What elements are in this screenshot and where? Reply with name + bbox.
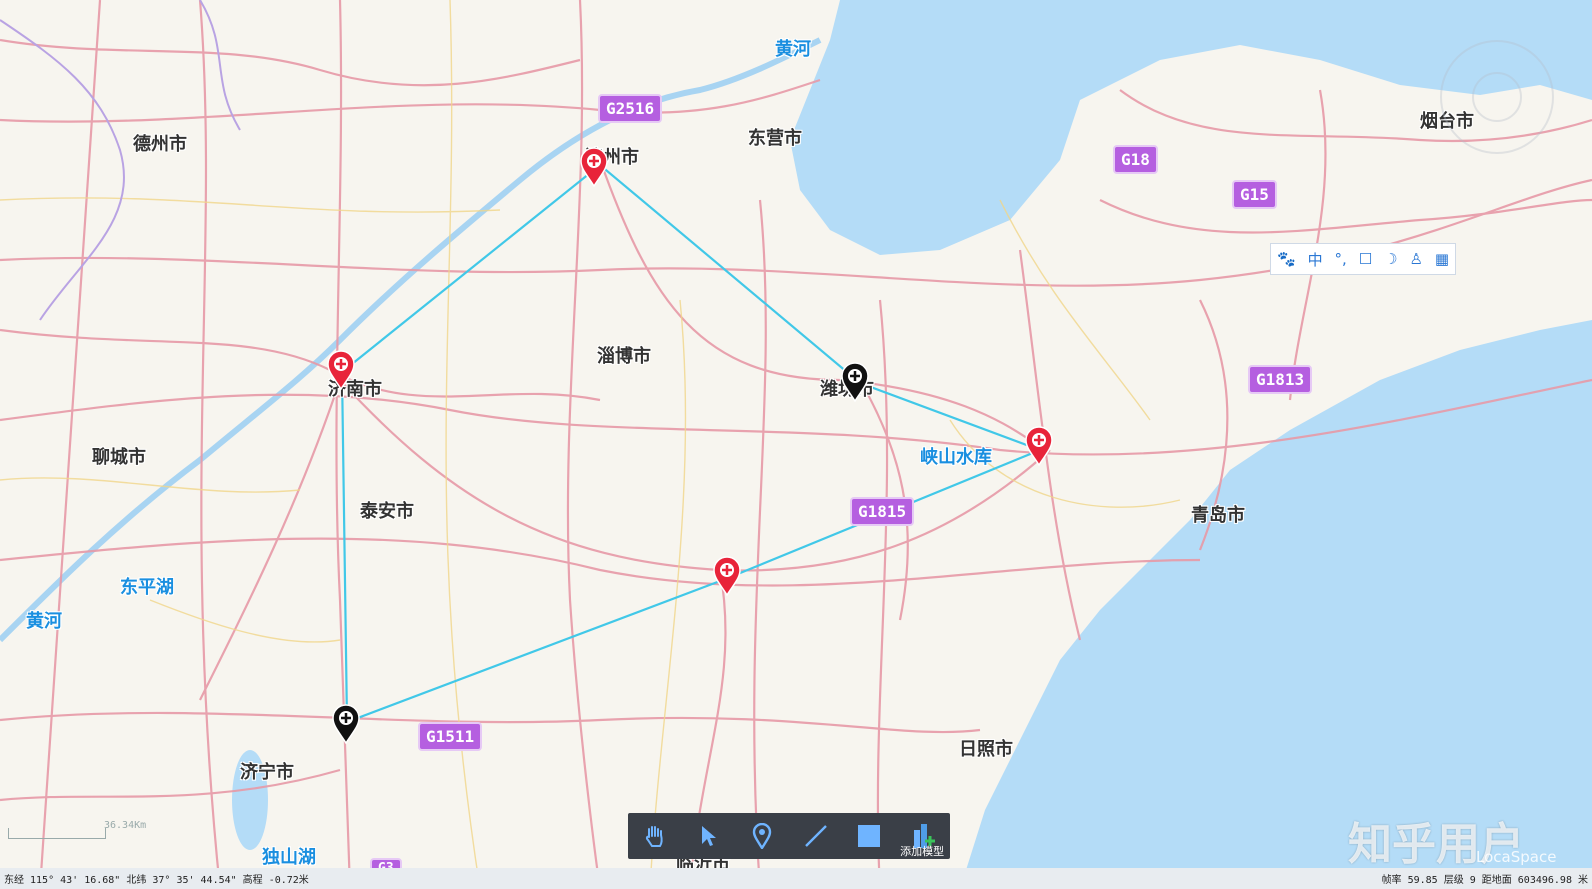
city-label-liaocheng: 聊城市	[92, 447, 146, 468]
compass-control[interactable]	[1440, 40, 1554, 154]
status-bar: 东经 115° 43' 16.68" 北纬 37° 35' 44.54" 高程 …	[0, 868, 1592, 889]
chinese-input-icon[interactable]: 中	[1308, 249, 1323, 270]
punctuation-icon[interactable]: °,	[1335, 250, 1347, 268]
scale-bar	[8, 828, 106, 839]
grid-icon[interactable]: ▦	[1435, 250, 1449, 268]
pan-hand-icon[interactable]	[638, 819, 672, 853]
highway-shield: G2516	[598, 94, 663, 123]
select-arrow-icon[interactable]	[691, 819, 725, 853]
highway-shield: G18	[1113, 145, 1158, 174]
moon-icon[interactable]: ☽	[1384, 250, 1397, 268]
highway-shield: G1511	[418, 722, 483, 751]
highway-shield: G15	[1232, 180, 1277, 209]
map-mode-toolbar: 🐾 中 °, ☐ ☽ ♙ ▦	[1270, 243, 1456, 275]
river-label-yellow: 黄河	[26, 611, 62, 632]
hospital-pin-icon[interactable]	[1024, 426, 1054, 466]
hospital-pin-icon[interactable]	[579, 147, 609, 187]
watermark-subtext: LocaSpace	[1476, 848, 1557, 866]
keyboard-icon[interactable]: ☐	[1359, 250, 1372, 268]
paw-icon[interactable]: 🐾	[1277, 250, 1296, 268]
city-label-rizhao: 日照市	[959, 739, 1013, 760]
highway-shield: G1815	[850, 497, 915, 526]
coordinates-readout: 东经 115° 43' 16.68" 北纬 37° 35' 44.54" 高程 …	[4, 875, 309, 886]
hospital-pin-icon[interactable]	[331, 704, 361, 744]
city-label-zibo: 淄博市	[597, 346, 651, 367]
add-model-label: 添加模型	[900, 845, 945, 858]
drawing-toolbar: 添加模型	[628, 813, 950, 859]
place-marker-icon[interactable]	[745, 819, 779, 853]
lake-label-dushan: 独山湖	[262, 847, 316, 868]
highway-shield: G1813	[1248, 365, 1313, 394]
hospital-pin-icon[interactable]	[326, 350, 356, 390]
user-icon[interactable]: ♙	[1409, 250, 1422, 268]
draw-line-icon[interactable]	[799, 819, 833, 853]
city-label-dongying: 东营市	[748, 128, 802, 149]
draw-polygon-icon[interactable]	[852, 819, 886, 853]
river-label-yellow: 黄河	[775, 39, 811, 60]
city-label-jining: 济宁市	[240, 762, 294, 783]
add-model-button[interactable]: 添加模型	[900, 819, 944, 858]
hospital-pin-icon[interactable]	[840, 362, 870, 402]
city-label-qingdao: 青岛市	[1191, 505, 1245, 526]
lake-label-dongping: 东平湖	[120, 577, 174, 598]
reservoir-label-xiashan: 峡山水库	[920, 447, 992, 468]
render-info-readout: 帧率 59.85 层级 9 距地面 603496.98 米	[1381, 875, 1588, 886]
city-label-dezhou: 德州市	[133, 134, 187, 155]
scale-label: 36.34Km	[104, 820, 147, 831]
hospital-pin-icon[interactable]	[712, 556, 742, 596]
city-label-taian: 泰安市	[360, 501, 414, 522]
